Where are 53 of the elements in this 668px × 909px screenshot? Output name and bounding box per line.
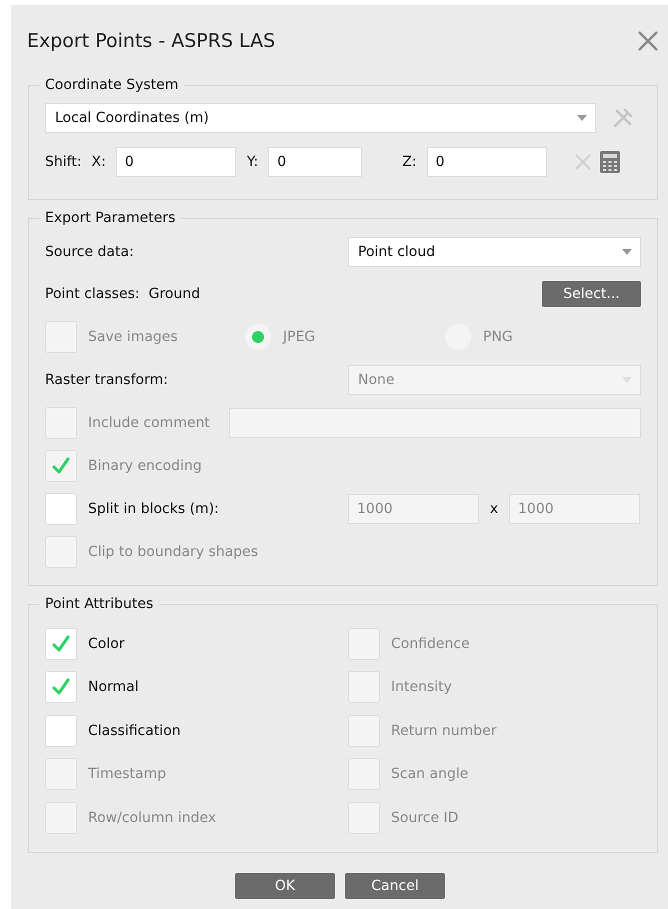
checkbox[interactable]: [45, 492, 77, 524]
group-title: Coordinate System: [44, 77, 180, 93]
input-field[interactable]: 0: [426, 147, 547, 177]
radio-label: JPEG: [283, 328, 316, 344]
input-field[interactable]: 1000: [348, 494, 479, 524]
checkbox-label: Row/column index: [88, 810, 216, 826]
field-label: Source data:: [45, 244, 135, 260]
checkbox-label: Include comment: [88, 414, 210, 430]
dialog-button[interactable]: Cancel: [345, 872, 445, 898]
checkbox-label: Color: [88, 636, 125, 652]
checkbox[interactable]: [45, 714, 77, 747]
checkbox[interactable]: [45, 628, 77, 660]
separator-label: x: [488, 500, 500, 516]
checkbox-label: Timestamp: [88, 766, 166, 782]
checkmark-icon: [52, 678, 70, 696]
checkbox-label: Intensity: [391, 679, 452, 696]
input-field[interactable]: 0: [268, 147, 362, 177]
field-label: Point classes:: [45, 286, 140, 302]
field-label: Z:: [402, 154, 417, 170]
group-title: Export Parameters: [44, 210, 176, 226]
group-title: Point Attributes: [44, 596, 154, 612]
field-label: Y:: [246, 154, 258, 170]
checkmark-icon: [52, 634, 70, 653]
checkbox-label: Binary encoding: [88, 458, 202, 474]
input-field[interactable]: 0: [116, 147, 236, 177]
checkbox-label: Confidence: [391, 636, 470, 652]
window-title: Export Points - ASPRS LAS: [27, 30, 276, 52]
checkbox-label: Source ID: [391, 810, 458, 826]
checkmark-icon: [52, 456, 70, 474]
dropdown[interactable]: Point cloud: [348, 237, 641, 267]
checkbox-label: Classification: [88, 722, 181, 739]
checkbox-label: Clip to boundary shapes: [88, 544, 258, 560]
checkbox-label: Return number: [391, 722, 497, 739]
close-icon[interactable]: [637, 30, 659, 52]
field-value: Ground: [148, 286, 200, 302]
input-field[interactable]: 1000: [509, 494, 640, 524]
checkbox-label: Scan angle: [391, 766, 468, 782]
tools-icon[interactable]: [612, 107, 634, 129]
clear-icon[interactable]: [574, 153, 592, 171]
calculator-icon[interactable]: [600, 151, 620, 173]
checkbox-label: Normal: [88, 679, 139, 696]
checkbox[interactable]: [45, 671, 77, 704]
dropdown-arrow-icon: [622, 249, 632, 255]
shift-label: Shift:: [45, 154, 82, 170]
checkbox-label: Split in blocks (m):: [88, 500, 219, 516]
dropdown-arrow-icon: [577, 115, 587, 121]
field-label: Raster transform:: [45, 372, 169, 388]
dialog-button[interactable]: OK: [235, 872, 335, 898]
field-label: X:: [92, 154, 106, 170]
coordinate-system-dropdown[interactable]: Local Coordinates (m): [45, 103, 596, 133]
select-button[interactable]: Select...: [542, 280, 641, 306]
radio-label: PNG: [483, 328, 513, 344]
checkbox-label: Save images: [88, 328, 178, 344]
